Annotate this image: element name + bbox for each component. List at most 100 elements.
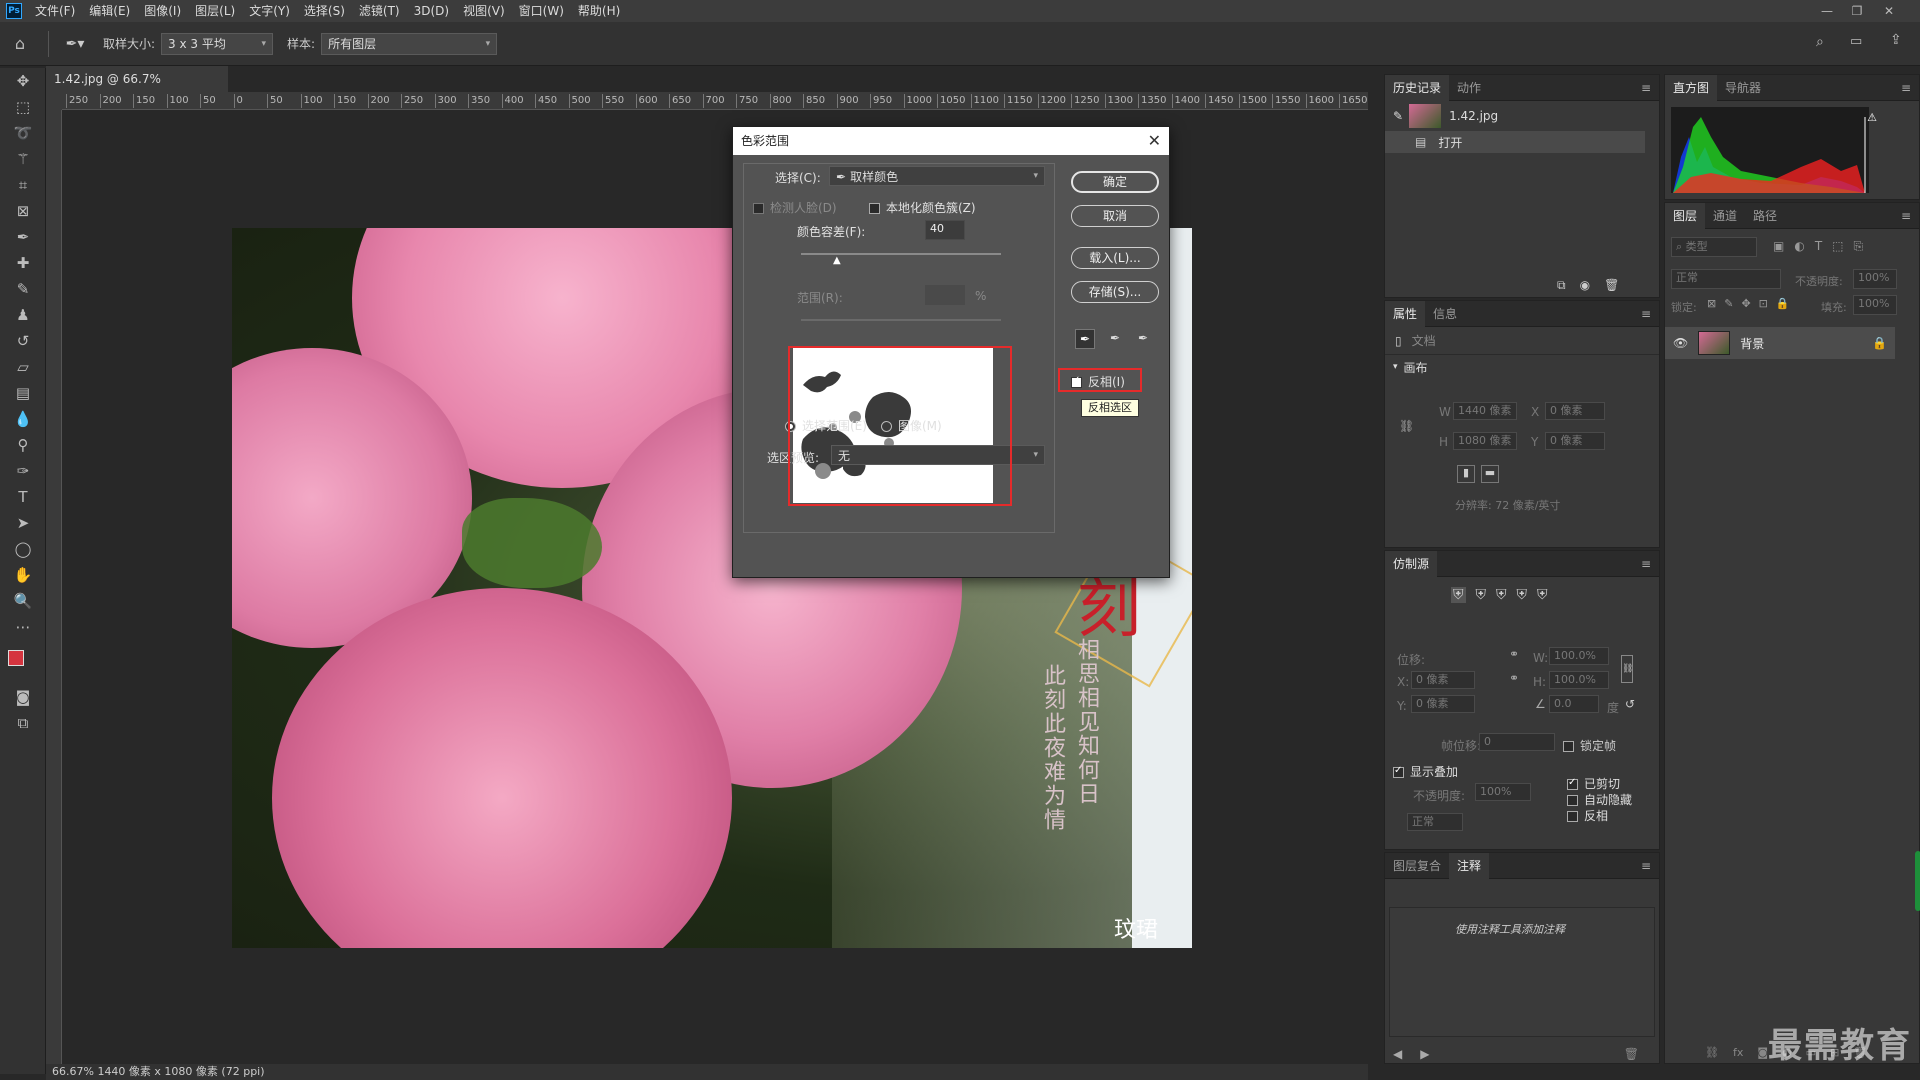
previous-note-icon[interactable]: ◀ — [1393, 1047, 1402, 1061]
tab-layer-comps[interactable]: 图层复合 — [1385, 853, 1449, 879]
history-step-open[interactable]: ▤ 打开 — [1385, 131, 1645, 153]
share-icon[interactable]: ⇪ — [1890, 32, 1902, 48]
filter-type-icon[interactable]: T — [1815, 239, 1822, 254]
panel-menu-icon[interactable]: ≡ — [1641, 859, 1651, 873]
panel-menu-icon[interactable]: ≡ — [1901, 81, 1911, 95]
dodge-tool-icon[interactable]: ⚲ — [0, 432, 46, 458]
pen-tool-icon[interactable]: ✑ — [0, 458, 46, 484]
clipped-checkbox[interactable]: 已剪切 — [1567, 775, 1620, 792]
eyedropper-tool-icon[interactable]: ✒ — [0, 224, 46, 250]
cancel-button[interactable]: 取消 — [1071, 205, 1159, 227]
path-select-tool-icon[interactable]: ➤ — [0, 510, 46, 536]
restore-icon[interactable]: ❐ — [1842, 0, 1872, 22]
clone-source-2-icon[interactable]: ⛨ — [1476, 587, 1487, 603]
save-button[interactable]: 存储(S)... — [1071, 281, 1159, 303]
tab-info[interactable]: 信息 — [1425, 301, 1465, 327]
menu-image[interactable]: 图像(I) — [137, 0, 188, 22]
workspace-icon[interactable]: ▭ — [1850, 34, 1862, 49]
marquee-tool-icon[interactable]: ⬚ — [0, 94, 46, 120]
magic-wand-tool-icon[interactable]: ⚚ — [0, 146, 46, 172]
localized-clusters-checkbox[interactable]: 本地化颜色簇(Z) — [869, 199, 976, 216]
menu-help[interactable]: 帮助(H) — [571, 0, 627, 22]
move-tool-icon[interactable]: ✥ — [0, 68, 46, 94]
link-icon[interactable]: ⛓ — [1399, 419, 1414, 433]
tab-actions[interactable]: 动作 — [1449, 75, 1489, 101]
tab-navigator[interactable]: 导航器 — [1717, 75, 1769, 101]
clone-source-4-icon[interactable]: ⛨ — [1517, 587, 1528, 603]
trash-icon[interactable]: 🗑 — [1624, 1047, 1639, 1061]
screen-mode-icon[interactable]: ⧉ — [0, 710, 46, 736]
gradient-tool-icon[interactable]: ▤ — [0, 380, 46, 406]
menu-type[interactable]: 文字(Y) — [242, 0, 297, 22]
camera-icon[interactable]: ◉ — [1580, 278, 1590, 293]
lock-all-icon[interactable]: 🔒 — [1776, 297, 1790, 310]
sample-size-select[interactable]: 3 x 3 平均 ▾ — [161, 32, 274, 55]
auto-hide-checkbox[interactable]: 自动隐藏 — [1567, 791, 1632, 808]
lock-pixels-icon[interactable]: ✎ — [1724, 297, 1733, 310]
color-swatches[interactable] — [0, 640, 46, 684]
clone-source-3-icon[interactable]: ⛨ — [1496, 587, 1507, 603]
tab-properties[interactable]: 属性 — [1385, 300, 1426, 327]
menu-window[interactable]: 窗口(W) — [512, 0, 571, 22]
landscape-icon[interactable]: ▬ — [1481, 465, 1499, 483]
home-icon[interactable]: ⌂ — [0, 34, 40, 53]
fx-icon[interactable]: fx — [1733, 1046, 1743, 1059]
close-icon[interactable]: ✕ — [1148, 127, 1161, 155]
lock-position-icon[interactable]: ✥ — [1741, 297, 1750, 310]
layer-fill-field[interactable]: 100% — [1853, 295, 1897, 315]
eyedropper-add-icon[interactable]: ✒ — [1105, 329, 1125, 349]
brush-tool-icon[interactable]: ✎ — [0, 276, 46, 302]
shape-tool-icon[interactable]: ◯ — [0, 536, 46, 562]
foreground-color-swatch[interactable] — [8, 650, 24, 666]
eyedropper-subtract-icon[interactable]: ✒ — [1133, 329, 1153, 349]
menu-edit[interactable]: 编辑(E) — [82, 0, 137, 22]
layer-opacity-field[interactable]: 100% — [1853, 269, 1897, 289]
document-tab[interactable]: 1.42.jpg @ 66.7%(RGB/8#)✕ — [46, 66, 228, 112]
chain-link-icon[interactable]: ⛓ — [1621, 655, 1633, 683]
blend-mode-select[interactable]: 正常 — [1671, 269, 1781, 289]
reset-transform-icon[interactable]: ↺ — [1625, 697, 1635, 711]
history-snapshot[interactable]: ✎ 1.42.jpg — [1385, 101, 1659, 131]
ok-button[interactable]: 确定 — [1071, 171, 1159, 193]
tab-paths[interactable]: 路径 — [1745, 203, 1785, 229]
link-layers-icon[interactable]: ⛓ — [1705, 1046, 1719, 1059]
tab-histogram[interactable]: 直方图 — [1665, 74, 1718, 101]
select-dropdown[interactable]: ✒ 取样颜色 ▾ — [829, 166, 1045, 186]
lock-frame-checkbox[interactable]: 锁定帧 — [1563, 737, 1616, 754]
menu-select[interactable]: 选择(S) — [297, 0, 352, 22]
eyedropper-sample-icon[interactable]: ✒ — [1075, 329, 1095, 349]
layer-row-background[interactable]: 👁 背景 🔒 — [1665, 327, 1895, 359]
next-note-icon[interactable]: ▶ — [1420, 1047, 1429, 1061]
tab-layers[interactable]: 图层 — [1665, 202, 1706, 229]
tab-clone-source[interactable]: 仿制源 — [1385, 550, 1438, 577]
lock-artboard-icon[interactable]: ⊡ — [1759, 297, 1768, 310]
warning-icon[interactable]: ⚠ — [1867, 111, 1877, 124]
panel-menu-icon[interactable]: ≡ — [1641, 557, 1651, 571]
menu-layer[interactable]: 图层(L) — [188, 0, 242, 22]
menu-file[interactable]: 文件(F) — [28, 0, 82, 22]
tab-notes[interactable]: 注释 — [1449, 852, 1490, 879]
canvas-section[interactable]: ▾ 画布 — [1385, 355, 1659, 379]
more-tools-icon[interactable]: ⋯ — [0, 614, 46, 640]
healing-brush-tool-icon[interactable]: ✚ — [0, 250, 46, 276]
layer-filter-select[interactable]: ⌕ 类型 — [1671, 237, 1757, 257]
eraser-tool-icon[interactable]: ▱ — [0, 354, 46, 380]
crop-tool-icon[interactable]: ⌗ — [0, 172, 46, 198]
search-icon[interactable]: ⌕ — [1816, 34, 1824, 50]
minimize-icon[interactable]: — — [1812, 0, 1842, 22]
quick-mask-icon[interactable]: ◙ — [0, 684, 46, 710]
type-tool-icon[interactable]: T — [0, 484, 46, 510]
show-overlay-checkbox[interactable]: 显示叠加 — [1393, 763, 1458, 780]
filter-smart-object-icon[interactable]: ⎘ — [1854, 239, 1864, 254]
trash-icon[interactable]: 🗑 — [1604, 278, 1619, 293]
panel-menu-icon[interactable]: ≡ — [1641, 81, 1651, 95]
clone-source-5-icon[interactable]: ⛨ — [1537, 587, 1548, 603]
filter-pixel-icon[interactable]: ▣ — [1773, 239, 1784, 254]
eye-icon[interactable]: 👁 — [1673, 336, 1688, 350]
menu-filter[interactable]: 滤镜(T) — [352, 0, 407, 22]
fuzziness-input[interactable]: 40 — [925, 220, 965, 240]
close-window-icon[interactable]: ✕ — [1874, 0, 1904, 22]
filter-adjustment-icon[interactable]: ◐ — [1794, 239, 1804, 254]
portrait-icon[interactable]: ▮ — [1457, 465, 1475, 483]
tab-channels[interactable]: 通道 — [1705, 203, 1745, 229]
